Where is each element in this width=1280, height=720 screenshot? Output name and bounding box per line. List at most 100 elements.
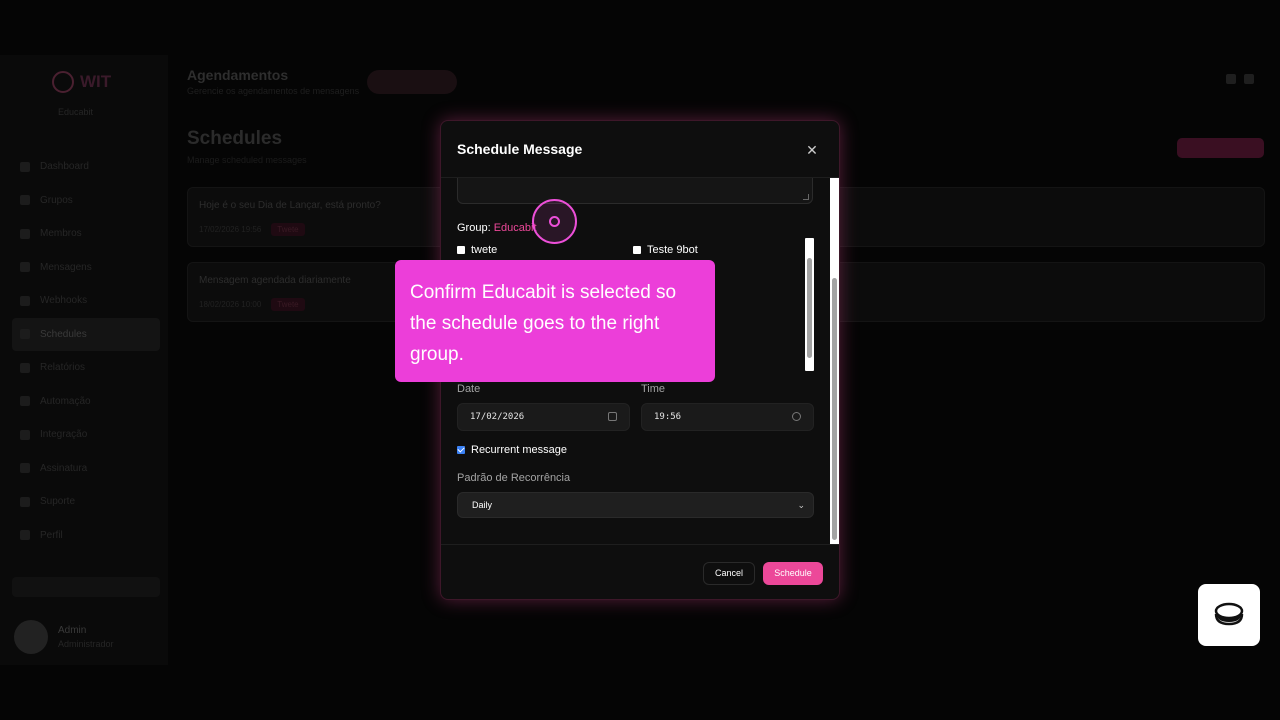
schedule-button[interactable]: Schedule (763, 562, 823, 585)
group-option-twete[interactable]: twete (457, 244, 497, 256)
status-pill (367, 70, 457, 94)
avatar (14, 620, 48, 654)
modal-title: Schedule Message (457, 141, 583, 157)
schedule-card-meta: 17/02/2026 19:56 Twete (199, 223, 305, 236)
topbar-title: Agendamentos (187, 67, 289, 83)
sidebar-item-suporte[interactable]: Suporte (12, 485, 160, 519)
recurrence-pattern-select[interactable]: Daily ⌄ (457, 492, 814, 518)
top-icons (1226, 74, 1254, 84)
page-subtitle: Manage scheduled messages (187, 155, 307, 165)
group-list-scroll-thumb[interactable] (807, 258, 812, 358)
schedule-card-title: Mensagem agendada diariamente (199, 275, 351, 286)
schedule-card-date: 18/02/2026 10:00 (199, 300, 262, 309)
selected-group-value: Educabit (493, 222, 537, 234)
schedule-card-meta: 18/02/2026 10:00 Twete (199, 298, 305, 311)
sidebar-item-label: Relatórios (40, 362, 86, 374)
message-textarea[interactable] (457, 178, 813, 204)
sidebar-item-label: Schedules (40, 328, 87, 340)
group-label-text: Group: (457, 222, 491, 234)
logo-icon (52, 71, 74, 93)
messages-icon (20, 262, 30, 273)
subscription-icon (20, 463, 30, 474)
sidebar: WIT Educabit Dashboard Grupos Membros Me… (0, 55, 168, 665)
user-profile[interactable]: Admin Administrador (14, 620, 114, 654)
user-name: Admin (58, 625, 87, 636)
sidebar-item-automacao[interactable]: Automação (12, 385, 160, 419)
recurrent-label: Recurrent message (471, 444, 567, 456)
recurrent-message-option[interactable]: Recurrent message (457, 444, 567, 456)
group-label: Group: Educabit (457, 222, 537, 234)
close-icon[interactable]: ✕ (801, 139, 823, 161)
date-label: Date (457, 383, 481, 395)
time-value: 19:56 (654, 412, 682, 422)
chevron-down-icon: ⌄ (797, 500, 805, 510)
chat-widget-icon (1214, 602, 1244, 626)
theme-icon[interactable] (1226, 74, 1236, 84)
sidebar-item-label: Perfil (40, 529, 63, 541)
hotspot-ring-icon (549, 216, 560, 227)
sidebar-nav: Dashboard Grupos Membros Mensagens Webho… (12, 150, 160, 552)
date-input[interactable]: 17/02/2026 (457, 403, 630, 431)
sidebar-item-membros[interactable]: Membros (12, 217, 160, 251)
modal-scrollbar[interactable] (830, 178, 839, 544)
schedule-card-title: Hoje é o seu Dia de Lançar, está pronto? (199, 200, 381, 211)
clock-icon[interactable] (792, 412, 801, 421)
logo-subtitle: Educabit (58, 107, 94, 117)
resize-grip-icon[interactable] (803, 194, 809, 200)
sidebar-item-relatorios[interactable]: Relatórios (12, 351, 160, 385)
schedule-card-tag: Twete (271, 223, 305, 236)
sidebar-item-label: Automação (40, 395, 91, 407)
sidebar-item-label: Assinatura (40, 462, 88, 474)
sidebar-item-webhooks[interactable]: Webhooks (12, 284, 160, 318)
sidebar-item-label: Grupos (40, 194, 73, 206)
user-role: Administrador (58, 639, 114, 649)
sidebar-item-integracao[interactable]: Integração (12, 418, 160, 452)
topbar-subtitle: Gerencie os agendamentos de mensagens (187, 86, 360, 96)
sidebar-item-label: Mensagens (40, 261, 92, 273)
reports-icon (20, 362, 30, 373)
chat-widget-button[interactable] (1198, 584, 1260, 646)
webhook-icon (20, 295, 30, 306)
sidebar-item-label: Membros (40, 228, 82, 240)
modal-scroll-thumb[interactable] (832, 278, 837, 540)
time-label: Time (641, 383, 666, 395)
group-list-scrollbar[interactable] (805, 238, 814, 371)
sidebar-item-perfil[interactable]: Perfil (12, 519, 160, 553)
profile-icon (20, 530, 30, 541)
sidebar-item-mensagens[interactable]: Mensagens (12, 251, 160, 285)
sidebar-item-label: Integração (40, 429, 88, 441)
sidebar-item-dashboard[interactable]: Dashboard (12, 150, 160, 184)
recurrence-pattern-label: Padrão de Recorrência (457, 472, 571, 484)
sidebar-item-schedules[interactable]: Schedules (12, 317, 160, 351)
recurrence-pattern-value: Daily (472, 500, 493, 510)
sidebar-search[interactable] (12, 577, 160, 597)
logo: WIT (52, 71, 111, 93)
modal-header: Schedule Message ✕ (441, 121, 839, 178)
sidebar-item-grupos[interactable]: Grupos (12, 184, 160, 218)
group-option-label: twete (471, 244, 498, 256)
sidebar-item-label: Webhooks (40, 295, 88, 307)
calendar-icon[interactable] (608, 412, 617, 421)
tutorial-hotspot[interactable] (532, 199, 577, 244)
settings-icon[interactable] (1244, 74, 1254, 84)
dashboard-icon (20, 161, 30, 172)
cancel-button[interactable]: Cancel (703, 562, 755, 585)
members-icon (20, 228, 30, 239)
support-icon (20, 496, 30, 507)
date-value: 17/02/2026 (470, 412, 525, 422)
recurrent-checkbox[interactable] (457, 446, 465, 454)
sidebar-item-label: Suporte (40, 496, 76, 508)
group-option-label: Teste 9bot (647, 244, 698, 256)
group-checkbox[interactable] (457, 246, 465, 254)
schedule-card-date: 17/02/2026 19:56 (199, 225, 262, 234)
sidebar-item-assinatura[interactable]: Assinatura (12, 452, 160, 486)
modal-footer: Cancel Schedule (441, 544, 839, 599)
group-checkbox[interactable] (633, 246, 641, 254)
automation-icon (20, 396, 30, 407)
integration-icon (20, 429, 30, 440)
calendar-icon (20, 329, 30, 340)
new-schedule-button[interactable] (1177, 138, 1264, 158)
group-option-teste-9bot[interactable]: Teste 9bot (633, 244, 698, 256)
time-input[interactable]: 19:56 (641, 403, 814, 431)
tutorial-tooltip: Confirm Educabit is selected so the sche… (395, 260, 715, 382)
